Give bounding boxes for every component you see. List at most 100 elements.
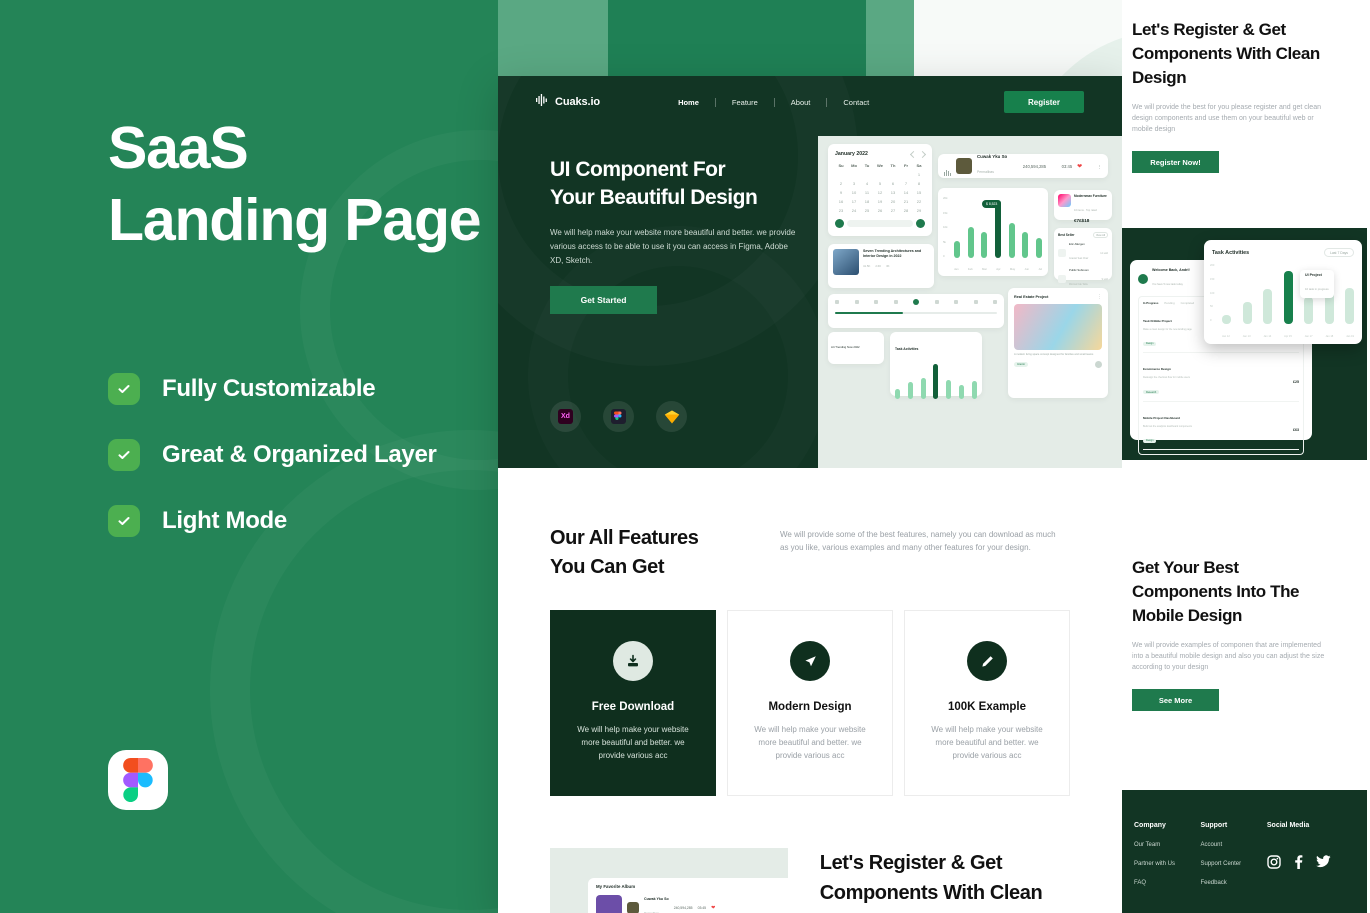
chart-bar[interactable]	[1035, 237, 1042, 258]
fullscreen-icon[interactable]	[993, 300, 997, 304]
nav-link-about[interactable]: About	[775, 98, 827, 107]
chart-bar[interactable]	[1222, 314, 1231, 324]
chart-bar[interactable]	[1263, 289, 1272, 324]
shuffle-icon[interactable]	[835, 300, 839, 304]
previous-icon[interactable]	[874, 300, 878, 304]
calendar-day[interactable]: 29	[913, 207, 925, 215]
calendar-day[interactable]	[861, 171, 873, 179]
calendar-day[interactable]	[848, 171, 860, 179]
feature-card-100k-example[interactable]: 100K Example We will help make your webs…	[904, 610, 1070, 796]
chart-bar[interactable]	[994, 200, 1001, 258]
chart-bar[interactable]	[981, 231, 988, 258]
more-options-icon[interactable]: ⋮	[1097, 294, 1102, 300]
footer-link-partner-with-us[interactable]: Partner with Us	[1134, 861, 1200, 867]
footer-link-support-center[interactable]: Support Center	[1200, 861, 1266, 867]
rewind-icon[interactable]	[893, 300, 898, 304]
chart-bar[interactable]	[959, 385, 965, 399]
calendar-day[interactable]: 28	[900, 207, 912, 215]
calendar-day[interactable]: 18	[861, 198, 873, 206]
next-icon[interactable]	[954, 300, 958, 304]
tab-completed[interactable]: Completed	[1181, 301, 1195, 305]
calendar-day[interactable]: 22	[913, 198, 925, 206]
heart-icon[interactable]: ❤	[1077, 163, 1082, 170]
nav-link-contact[interactable]: Contact	[827, 98, 885, 107]
calendar-day[interactable]: 2	[835, 180, 847, 188]
date-range-button[interactable]: Last 7 Days	[1324, 248, 1354, 257]
player-progress-bar[interactable]	[835, 312, 997, 314]
chart-bar[interactable]	[971, 381, 977, 399]
calendar-day[interactable]: 9	[835, 189, 847, 197]
chart-bar[interactable]	[954, 241, 960, 258]
calendar-day[interactable]: 8	[913, 180, 925, 188]
calendar-day[interactable]: 4	[861, 180, 873, 188]
register-now-button[interactable]: Register Now!	[1132, 151, 1219, 173]
chart-bar[interactable]	[946, 379, 952, 399]
play-icon[interactable]	[913, 299, 919, 305]
calendar-day[interactable]: 19	[874, 198, 886, 206]
feature-card-modern-design[interactable]: Modern Design We will help make your web…	[727, 610, 893, 796]
footer-link-feedback[interactable]: Feedback	[1200, 880, 1266, 886]
chart-bar[interactable]	[1008, 223, 1015, 258]
register-button[interactable]: Register	[1004, 91, 1084, 113]
chart-bar[interactable]	[933, 364, 939, 399]
task-item[interactable]: Ecommerce Design Redesign the checkout fl…	[1143, 357, 1299, 402]
calendar-day[interactable]: 7	[900, 180, 912, 188]
chart-bar[interactable]	[1304, 296, 1313, 324]
chart-bar[interactable]	[907, 382, 913, 399]
calendar-day[interactable]: 16	[835, 198, 847, 206]
calendar-day[interactable]: 6	[887, 180, 899, 188]
twitter-icon[interactable]	[1315, 855, 1331, 869]
chart-bar[interactable]	[967, 226, 974, 258]
calendar-day[interactable]: 12	[874, 189, 886, 197]
list-icon[interactable]	[854, 300, 859, 304]
calendar-day[interactable]: 26	[874, 207, 886, 215]
more-options-icon[interactable]: ⋮	[1098, 164, 1102, 169]
calendar-day[interactable]	[835, 171, 847, 179]
instagram-icon[interactable]	[1267, 855, 1281, 869]
tab-pending[interactable]: Pending	[1164, 301, 1174, 305]
chevron-right-icon[interactable]	[918, 150, 927, 158]
calendar-day[interactable]: 5	[874, 180, 886, 188]
adobe-xd-icon[interactable]: Xd	[550, 401, 581, 432]
calendar-day[interactable]: 24	[848, 207, 860, 215]
calendar-day[interactable]: 23	[835, 207, 847, 215]
chart-bar[interactable]	[1345, 288, 1354, 324]
calendar-day[interactable]	[900, 171, 912, 179]
tab-in-progress[interactable]: In Progress	[1143, 301, 1158, 305]
calendar-day[interactable]: 21	[900, 198, 912, 206]
calendar-day[interactable]: 1	[913, 171, 925, 179]
chart-bar[interactable]	[895, 388, 900, 399]
brand-logo[interactable]: Cuaks.io	[536, 93, 600, 111]
calendar-day[interactable]: 11	[861, 189, 873, 197]
list-item[interactable]: Eric Allergen Coastal Teak Chair 12 sold	[1058, 242, 1108, 264]
calendar-day[interactable]: 20	[887, 198, 899, 206]
see-more-button[interactable]: See More	[1132, 689, 1219, 711]
calendar-day[interactable]: 10	[848, 189, 860, 197]
calendar-day[interactable]: 27	[887, 207, 899, 215]
calendar-day[interactable]: 13	[887, 189, 899, 197]
calendar-day[interactable]	[887, 171, 899, 179]
nav-link-home[interactable]: Home	[662, 98, 715, 107]
feature-card-free-download[interactable]: Free Download We will help make your web…	[550, 610, 716, 796]
calendar-day[interactable]: 14	[900, 189, 912, 197]
calendar-day[interactable]: 25	[861, 207, 873, 215]
calendar-day[interactable]: 3	[848, 180, 860, 188]
nav-link-feature[interactable]: Feature	[716, 98, 774, 107]
facebook-icon[interactable]	[1294, 855, 1303, 869]
calendar-nav[interactable]	[909, 150, 927, 158]
heart-icon[interactable]: ❤	[711, 905, 715, 911]
forward-icon[interactable]	[934, 300, 939, 304]
calendar-day[interactable]: 15	[913, 189, 925, 197]
figma-icon[interactable]	[603, 401, 634, 432]
chart-bar[interactable]	[1283, 271, 1293, 324]
volume-icon[interactable]	[973, 300, 978, 304]
footer-link-account[interactable]: Account	[1200, 842, 1266, 848]
footer-link-faq[interactable]: FAQ	[1134, 880, 1200, 886]
chevron-left-icon[interactable]	[909, 150, 918, 158]
get-started-button[interactable]: Get Started	[550, 286, 657, 314]
list-item[interactable]: Public Subroom Minimal Oak Table 9 sold	[1058, 268, 1108, 290]
chart-bar[interactable]	[1242, 301, 1252, 324]
best-seller-link[interactable]: View All	[1092, 232, 1108, 238]
calendar-day[interactable]: 17	[848, 198, 860, 206]
footer-link-our-team[interactable]: Our Team	[1134, 842, 1200, 848]
